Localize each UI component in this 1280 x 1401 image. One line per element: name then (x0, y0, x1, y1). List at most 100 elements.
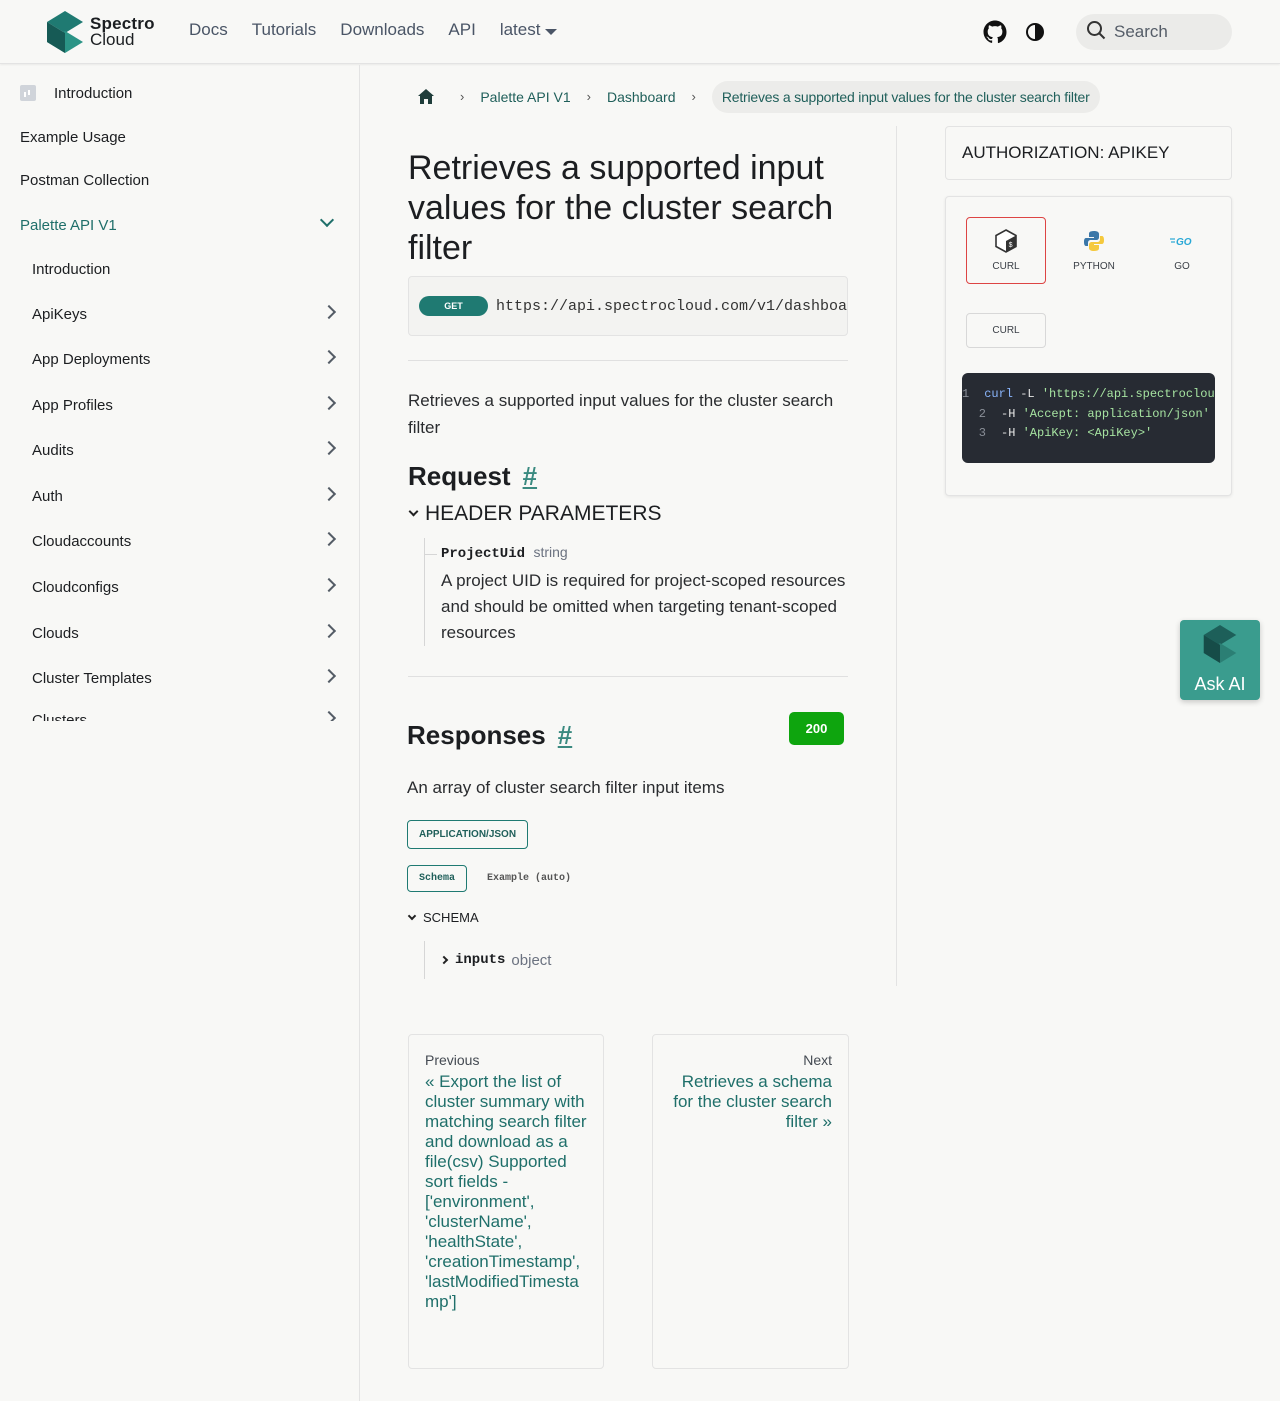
pagination-next-title: Retrieves a schema for the cluster searc… (673, 1072, 832, 1131)
request-anchor-link[interactable]: # (523, 461, 537, 492)
example-tab[interactable]: Example (auto) (487, 866, 571, 891)
chevron-right-icon (321, 577, 337, 593)
code-token: -L (1013, 387, 1042, 401)
header-params-toggle[interactable]: HEADER PARAMETERS (408, 502, 848, 526)
nav-links: Docs Tutorials Downloads API latest (189, 20, 558, 40)
code-token: 'ApiKey: <ApiKey>' (1022, 426, 1153, 440)
nav-link-api[interactable]: API (448, 20, 475, 40)
sidebar-section-palette-api[interactable]: Palette API V1 (20, 207, 340, 243)
method-badge: GET (419, 296, 488, 316)
sidebar-item-label: App Profiles (32, 396, 113, 414)
breadcrumb-dashboard[interactable]: Dashboard (607, 89, 676, 105)
ask-ai-button[interactable]: Ask AI (1180, 620, 1260, 700)
chevron-right-icon (321, 623, 337, 639)
search-input[interactable]: Search (1076, 14, 1232, 50)
breadcrumb-palette-api[interactable]: Palette API V1 (480, 89, 570, 105)
mime-type-tab[interactable]: APPLICATION/JSON (407, 820, 529, 849)
chevron-right-icon (439, 955, 449, 965)
lang-tab-label: CURL (992, 261, 1020, 272)
breadcrumb-separator-icon: › (586, 89, 591, 104)
breadcrumb-current: Retrieves a supported input values for t… (711, 80, 1100, 113)
line-number: 1 (962, 387, 970, 401)
breadcrumb: › Palette API V1 › Dashboard › Retrieves… (408, 80, 1100, 113)
sidebar-item-cluster-templates[interactable]: Cluster Templates (32, 660, 340, 696)
endpoint-description: Retrieves a supported input values for t… (408, 391, 834, 437)
code-token: 'Accept: application/json' (1022, 406, 1210, 421)
schema-field-inputs[interactable]: inputs object (424, 941, 848, 979)
sidebar-item-label: Example Usage (20, 128, 126, 146)
divider (408, 676, 848, 677)
sidebar-item-app-deployments[interactable]: App Deployments (32, 341, 340, 377)
bash-icon: $ (994, 229, 1018, 253)
schema-toggle[interactable]: SCHEMA (407, 910, 848, 925)
svg-text:$: $ (1009, 242, 1013, 250)
sidebar-item-label: Clouds (32, 624, 79, 642)
logo-mark-icon (47, 11, 83, 53)
version-dropdown[interactable]: latest (499, 20, 558, 40)
sidebar-item-clusters[interactable]: Clusters (32, 705, 340, 721)
code-line: 3 -H 'ApiKey: <ApiKey>' (962, 426, 1215, 446)
code-line: 2 -H 'Accept: application/json' (962, 407, 1215, 427)
chevron-down-icon (407, 911, 417, 920)
sidebar-item-label: Postman Collection (20, 171, 150, 189)
pagination-previous-label: Previous (425, 1052, 480, 1068)
chevron-right-icon (321, 531, 337, 547)
spectro-cloud-logo[interactable]: Spectro Cloud (47, 11, 155, 53)
sidebar-item-label: Auth (32, 487, 63, 505)
code-line: 1 curl -L 'https://api.spectrocloud.com/… (962, 387, 1215, 407)
github-icon[interactable] (982, 19, 1008, 45)
sidebar-item-introduction[interactable]: Introduction (20, 75, 340, 111)
request-heading-text: Request (408, 461, 511, 491)
sidebar-item-postman-collection[interactable]: Postman Collection (20, 162, 340, 198)
sidebar-item-cloudconfigs[interactable]: Cloudconfigs (32, 569, 340, 605)
sidebar-item-label: App Deployments (32, 350, 151, 368)
sidebar-item-clouds[interactable]: Clouds (32, 615, 340, 651)
nav-link-docs[interactable]: Docs (189, 20, 228, 40)
lang-tab-label: PYTHON (1073, 261, 1115, 272)
authorization-box: AUTHORIZATION: APIKEY (945, 126, 1232, 180)
request-heading: Request # (408, 461, 848, 492)
sidebar-item-introduction-sub[interactable]: Introduction (32, 251, 340, 287)
chevron-right-icon (321, 440, 337, 456)
code-block: 1 curl -L 'https://api.spectrocloud.com/… (962, 373, 1215, 463)
line-number: 2 (978, 406, 986, 421)
sidebar-item-label: Audits (32, 441, 74, 459)
python-icon (1082, 229, 1106, 253)
caret-down-icon (545, 29, 558, 35)
code-token: -H (1001, 406, 1023, 421)
theme-toggle-icon[interactable] (1022, 19, 1048, 45)
nav-link-downloads[interactable]: Downloads (340, 20, 424, 40)
version-label: latest (499, 20, 541, 39)
sidebar-item-example-usage[interactable]: Example Usage (20, 119, 340, 155)
sidebar-item-app-profiles[interactable]: App Profiles (32, 387, 340, 423)
pagination-previous[interactable]: Previous « Export the list of cluster su… (408, 1034, 604, 1369)
lang-tab-python[interactable]: PYTHON (1054, 217, 1134, 284)
pagination-next-label: Next (803, 1052, 832, 1068)
sidebar-item-audits[interactable]: Audits (32, 432, 340, 468)
sidebar-item-auth[interactable]: Auth (32, 478, 340, 514)
schema-tab[interactable]: Schema (407, 865, 468, 892)
lang-tab-go[interactable]: GO GO (1142, 217, 1222, 284)
svg-text:GO: GO (1176, 237, 1192, 248)
top-navbar: Spectro Cloud Docs Tutorials Downloads A… (0, 0, 1280, 64)
chart-icon (20, 85, 36, 101)
param-name: ProjectUid (441, 546, 526, 562)
ask-ai-label: Ask AI (1194, 674, 1246, 694)
page-title: Retrieves a supported input values for t… (408, 149, 834, 267)
sidebar-item-label: Cluster Templates (32, 669, 152, 687)
status-code-tab[interactable]: 200 (789, 712, 844, 745)
responses-anchor-link[interactable]: # (558, 720, 572, 751)
sidebar-item-cloudaccounts[interactable]: Cloudaccounts (32, 523, 340, 559)
home-icon[interactable] (408, 89, 444, 104)
param-type: string (533, 544, 568, 560)
pagination-previous-title: « Export the list of cluster summary wit… (425, 1072, 587, 1311)
chevron-down-icon (408, 506, 419, 516)
variant-tab-curl[interactable]: CURL (966, 313, 1046, 348)
code-sample-panel: $ CURL PYTHON GO GO CURL 1 curl -L 'http… (945, 196, 1232, 496)
code-token: curl (984, 387, 1014, 401)
pagination-next[interactable]: Next Retrieves a schema for the cluster … (652, 1034, 849, 1369)
sidebar-item-apikeys[interactable]: ApiKeys (32, 296, 340, 332)
lang-tab-curl[interactable]: $ CURL (966, 217, 1046, 284)
nav-link-tutorials[interactable]: Tutorials (252, 20, 317, 40)
breadcrumb-separator-icon: › (460, 89, 465, 104)
